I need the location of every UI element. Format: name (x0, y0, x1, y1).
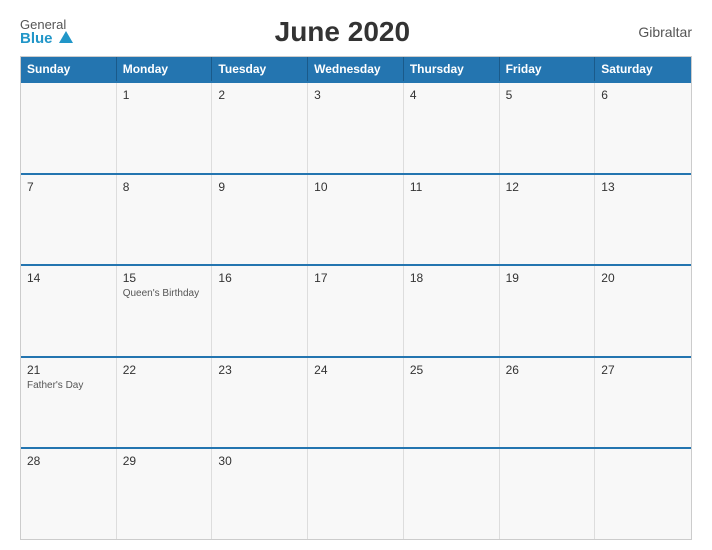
day-number: 24 (314, 363, 397, 377)
cell-w4-d1: 21 Father's Day (21, 358, 117, 448)
col-sunday: Sunday (21, 57, 117, 81)
col-tuesday: Tuesday (212, 57, 308, 81)
day-number: 5 (506, 88, 589, 102)
logo-blue-text: Blue (20, 31, 73, 46)
day-number: 14 (27, 271, 110, 285)
cell-w5-d4 (308, 449, 404, 539)
cell-w2-d3: 9 (212, 175, 308, 265)
col-friday: Friday (500, 57, 596, 81)
cell-w2-d2: 8 (117, 175, 213, 265)
cell-w3-d1: 14 (21, 266, 117, 356)
week-row-1: 123456 (21, 81, 691, 173)
day-number: 13 (601, 180, 685, 194)
day-number: 8 (123, 180, 206, 194)
logo-triangle-icon (59, 31, 73, 43)
cell-w1-d3: 2 (212, 83, 308, 173)
day-number: 22 (123, 363, 206, 377)
cell-w4-d7: 27 (595, 358, 691, 448)
day-number: 12 (506, 180, 589, 194)
week-row-2: 789 10 11 12 13 (21, 173, 691, 265)
cell-w3-d4: 17 (308, 266, 404, 356)
cell-w4-d2: 22 (117, 358, 213, 448)
cell-w3-d6: 19 (500, 266, 596, 356)
day-number: 18 (410, 271, 493, 285)
cell-w1-d7: 6 (595, 83, 691, 173)
day-number: 23 (218, 363, 301, 377)
cell-w1-d1 (21, 83, 117, 173)
logo: General Blue (20, 18, 73, 46)
cell-w2-d5: 11 (404, 175, 500, 265)
day-number: 29 (123, 454, 206, 468)
cell-w3-d5: 18 (404, 266, 500, 356)
cell-w5-d6 (500, 449, 596, 539)
day-number: 27 (601, 363, 685, 377)
cell-w3-d7: 20 (595, 266, 691, 356)
day-number: 6 (601, 88, 685, 102)
logo-blue-word: Blue (20, 30, 53, 47)
day-number: 30 (218, 454, 301, 468)
day-number: 21 (27, 363, 110, 377)
cell-w4-d6: 26 (500, 358, 596, 448)
day-number: 17 (314, 271, 397, 285)
week-row-5: 28 29 30 (21, 447, 691, 539)
cell-w3-d3: 16 (212, 266, 308, 356)
day-number: 11 (410, 180, 493, 194)
col-wednesday: Wednesday (308, 57, 404, 81)
cell-w5-d2: 29 (117, 449, 213, 539)
day-number: 16 (218, 271, 301, 285)
col-thursday: Thursday (404, 57, 500, 81)
day-number: 25 (410, 363, 493, 377)
calendar-body: 123456789101112131415Queen's Birthday161… (21, 81, 691, 539)
holiday-label: Queen's Birthday (123, 287, 206, 300)
day-number: 26 (506, 363, 589, 377)
header: General Blue June 2020 Gibraltar (20, 16, 692, 48)
calendar-title: June 2020 (73, 16, 612, 48)
day-number: 4 (410, 88, 493, 102)
day-number: 3 (314, 88, 397, 102)
calendar-page: General Blue June 2020 Gibraltar Sunday … (0, 0, 712, 550)
cell-w2-d6: 12 (500, 175, 596, 265)
cell-w4-d5: 25 (404, 358, 500, 448)
cell-w4-d3: 23 (212, 358, 308, 448)
day-number: 10 (314, 180, 397, 194)
calendar-grid: Sunday Monday Tuesday Wednesday Thursday… (20, 56, 692, 540)
day-number: 2 (218, 88, 301, 102)
day-number: 20 (601, 271, 685, 285)
cell-w2-d4: 10 (308, 175, 404, 265)
week-row-4: 21 Father's Day 22 23 24 25 26 27 (21, 356, 691, 448)
calendar-header-row: Sunday Monday Tuesday Wednesday Thursday… (21, 57, 691, 81)
day-number: 19 (506, 271, 589, 285)
day-number: 15 (123, 271, 206, 285)
day-number: 28 (27, 454, 110, 468)
location-label: Gibraltar (612, 24, 692, 40)
col-monday: Monday (117, 57, 213, 81)
holiday-label: Father's Day (27, 379, 110, 392)
col-saturday: Saturday (595, 57, 691, 81)
cell-w5-d5 (404, 449, 500, 539)
cell-w2-d1: 7 (21, 175, 117, 265)
cell-w1-d4: 3 (308, 83, 404, 173)
cell-w2-d7: 13 (595, 175, 691, 265)
day-number: 7 (27, 180, 110, 194)
cell-w5-d3: 30 (212, 449, 308, 539)
cell-w1-d2: 1 (117, 83, 213, 173)
cell-w1-d5: 4 (404, 83, 500, 173)
cell-w5-d7 (595, 449, 691, 539)
day-number: 1 (123, 88, 206, 102)
week-row-3: 14 15 Queen's Birthday 16 17 18 19 20 (21, 264, 691, 356)
cell-w1-d6: 5 (500, 83, 596, 173)
day-number: 9 (218, 180, 301, 194)
cell-w4-d4: 24 (308, 358, 404, 448)
cell-w5-d1: 28 (21, 449, 117, 539)
cell-w3-d2: 15 Queen's Birthday (117, 266, 213, 356)
